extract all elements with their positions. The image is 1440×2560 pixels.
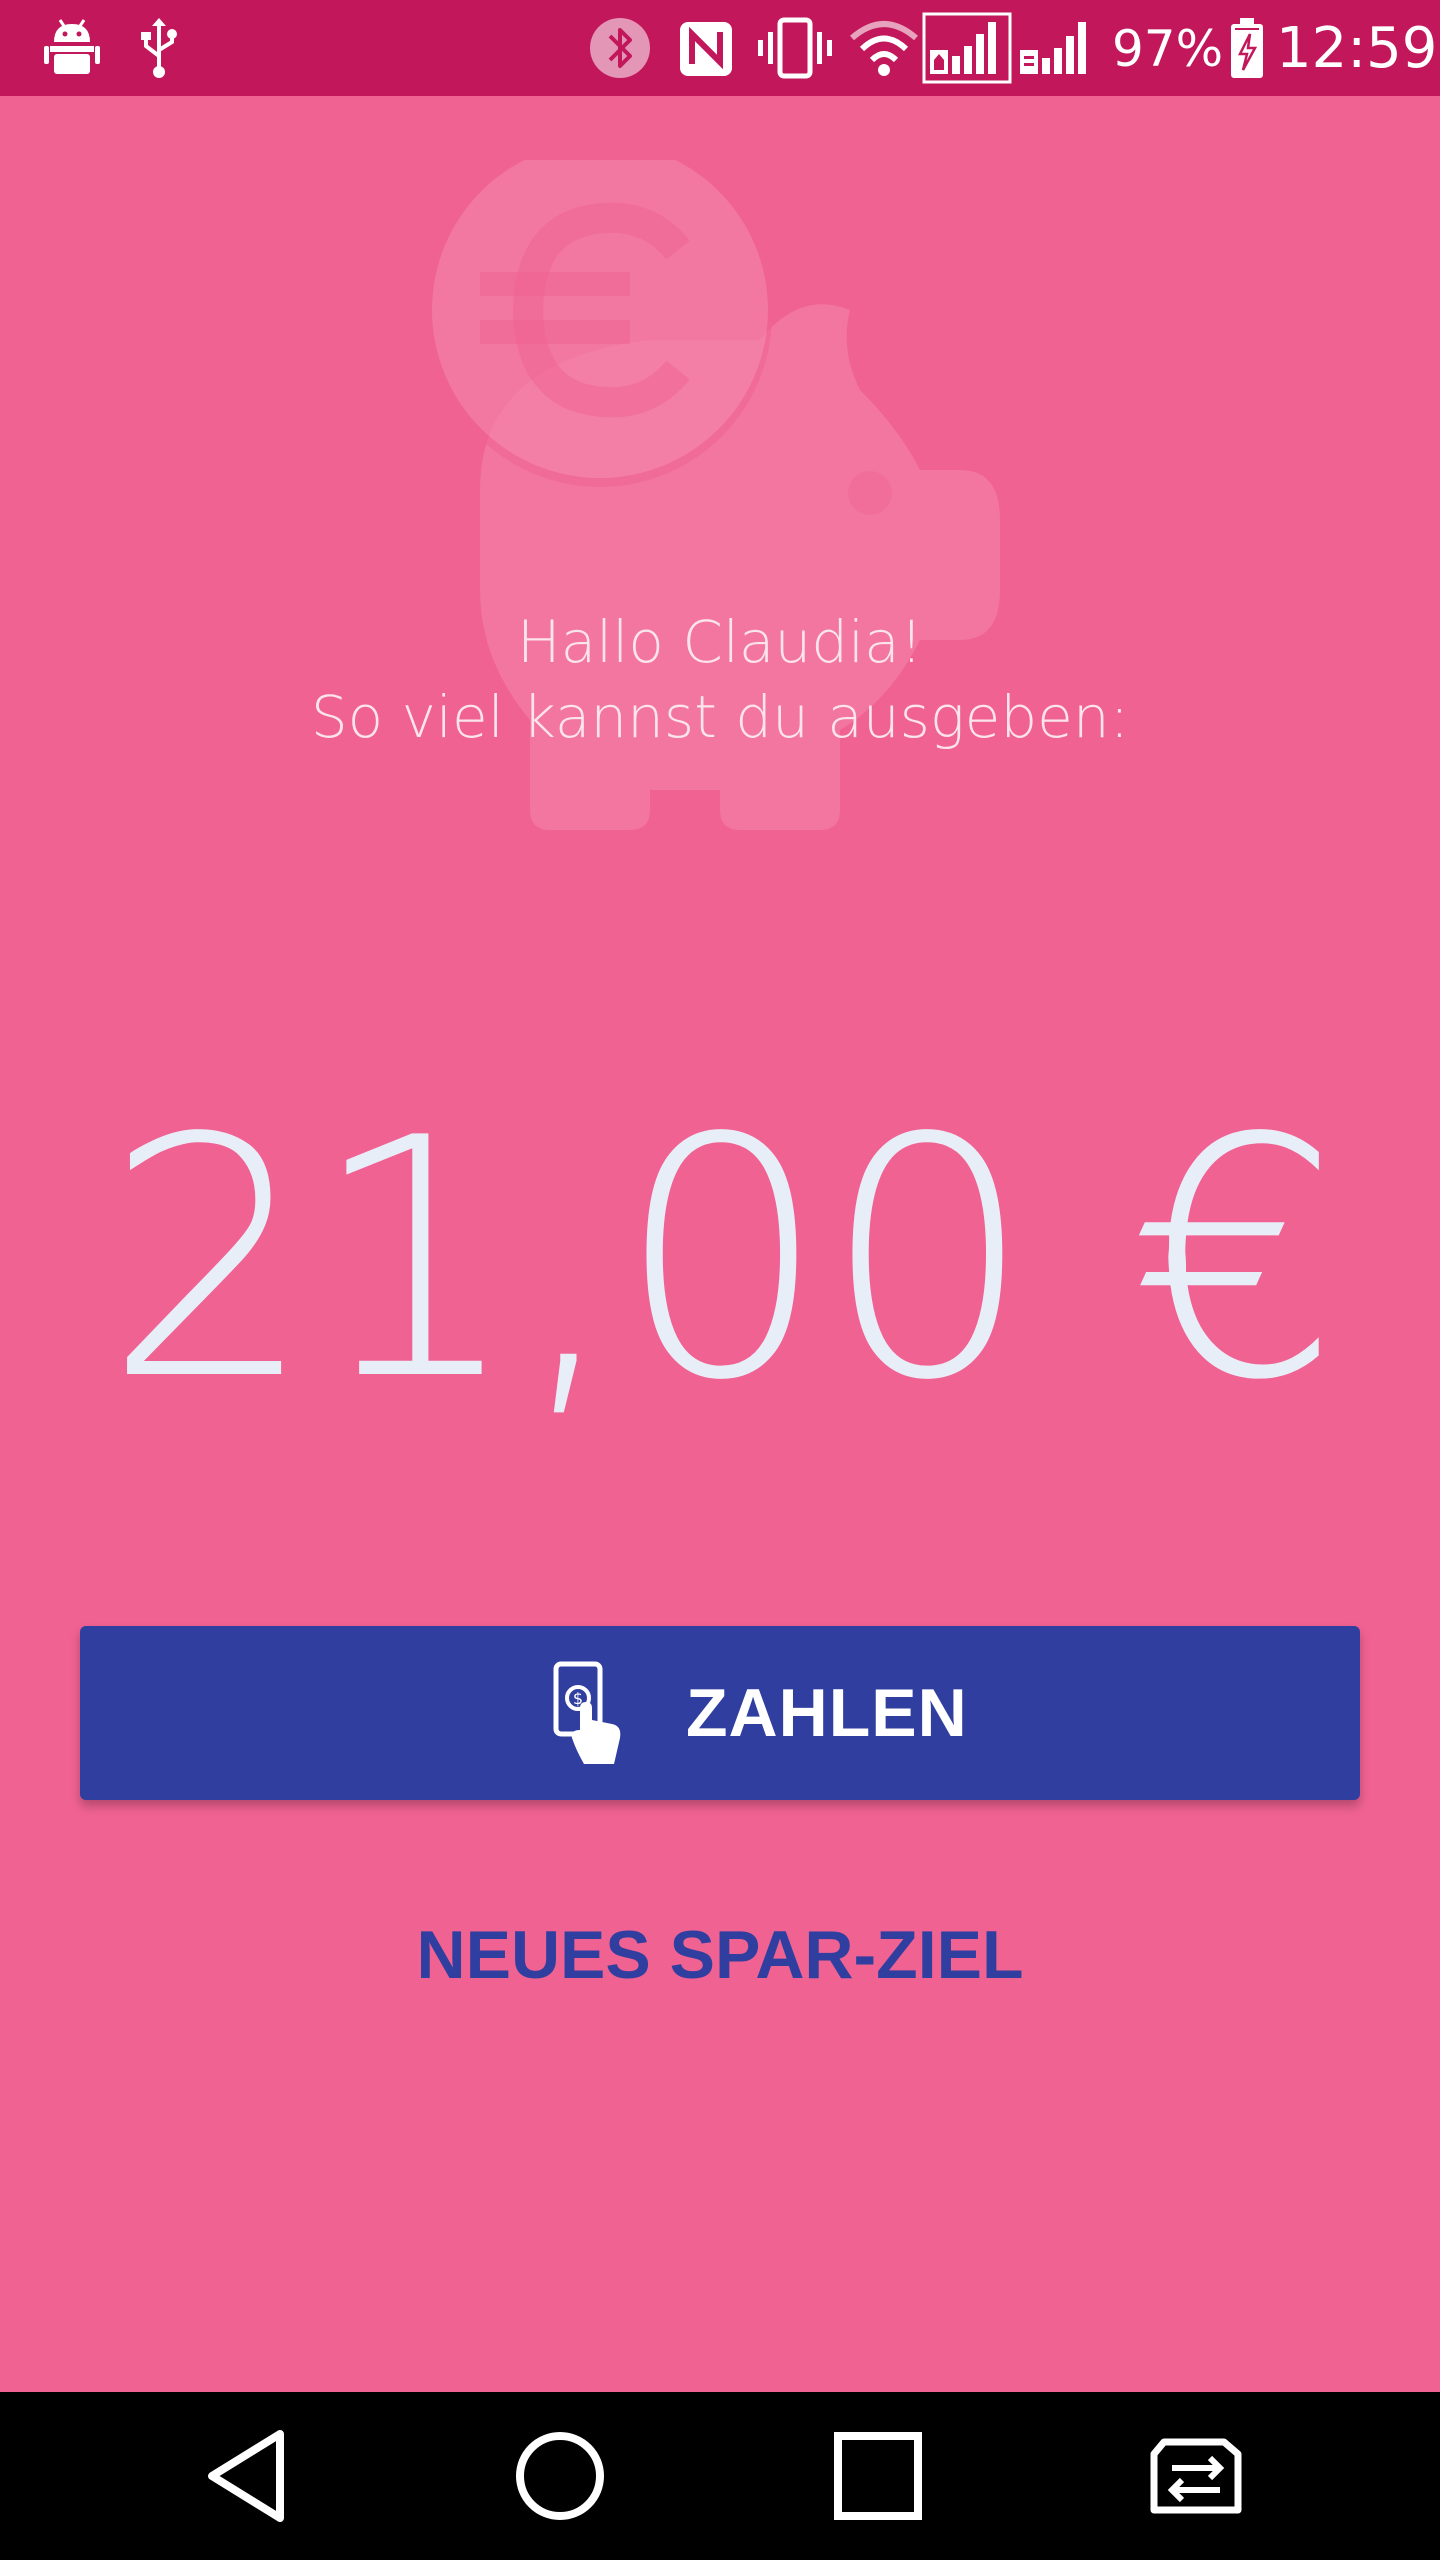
switch-sim-icon[interactable] — [1136, 2416, 1256, 2536]
battery-percent: 97% — [1112, 20, 1224, 78]
recents-icon[interactable] — [818, 2416, 938, 2536]
vibrate-icon — [758, 17, 832, 79]
usb-icon — [141, 18, 177, 78]
pay-button[interactable]: $ ZAHLEN — [80, 1626, 1360, 1800]
balance-display: 21,00 € — [0, 1060, 1440, 1460]
balance-amount: 21,00 — [104, 1068, 1033, 1452]
navigation-bar — [0, 2392, 1440, 2560]
back-icon[interactable] — [186, 2416, 306, 2536]
greeting-title: Hallo Claudia! — [517, 608, 923, 676]
new-savings-goal-button[interactable]: NEUES SPAR-ZIEL — [0, 1910, 1440, 2000]
android-debug-icon — [44, 19, 100, 74]
pay-hand-icon: $ — [553, 1661, 621, 1764]
wifi-icon — [850, 21, 918, 76]
bluetooth-icon — [590, 18, 650, 78]
greeting-subtitle: So viel kannst du ausgeben: — [310, 683, 1130, 751]
pay-button-label: ZAHLEN — [686, 1675, 968, 1751]
app-screen: 97% 12:59 Hallo Claudia! So viel kannst … — [0, 0, 1440, 2560]
status-bar: 97% 12:59 — [0, 0, 1440, 96]
battery-charging-icon — [1231, 18, 1263, 78]
clock: 12:59 — [1276, 16, 1438, 81]
signal-sim1-icon — [922, 12, 1012, 84]
nfc-icon — [680, 22, 732, 76]
home-icon[interactable] — [500, 2416, 620, 2536]
balance-currency: € — [1129, 1068, 1340, 1452]
signal-sim2-icon — [1020, 22, 1086, 74]
